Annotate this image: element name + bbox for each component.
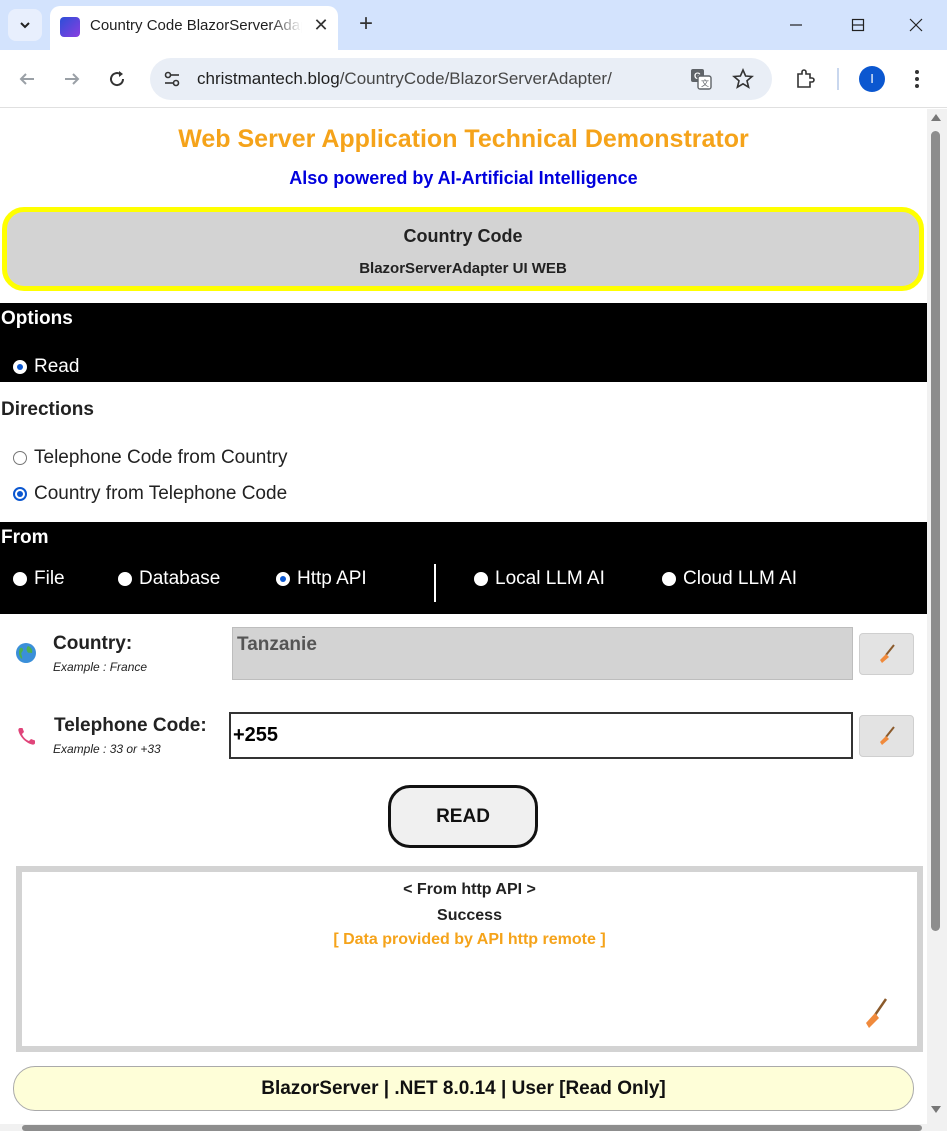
close-window-button[interactable] <box>896 8 936 42</box>
scrollbar-thumb[interactable] <box>22 1125 922 1131</box>
radio-unchecked-icon[interactable] <box>13 451 27 465</box>
result-panel: < From http API > Success [ Data provide… <box>16 866 923 1052</box>
arrow-right-icon <box>65 73 80 85</box>
extensions-icon[interactable] <box>794 68 816 95</box>
broom-icon <box>879 644 895 663</box>
radio-checked-icon[interactable] <box>13 487 27 501</box>
favicon-icon <box>60 17 80 37</box>
scroll-down-icon[interactable] <box>931 1106 941 1113</box>
minimize-icon <box>790 24 802 26</box>
banner-subtitle: BlazorServerAdapter UI WEB <box>359 260 567 277</box>
banner-title: Country Code <box>403 226 523 246</box>
result-status: Success <box>437 907 502 924</box>
bookmark-star-icon[interactable] <box>732 67 754 95</box>
page-viewport: Web Server Application Technical Demonst… <box>0 109 927 1125</box>
options-panel: Options Read <box>0 303 927 382</box>
reload-icon <box>110 71 125 87</box>
country-label: Country: <box>53 633 133 654</box>
telephone-label: Telephone Code: <box>54 715 207 736</box>
chevron-down-icon <box>20 22 30 29</box>
status-footer: BlazorServer | .NET 8.0.14 | User [Read … <box>13 1066 914 1111</box>
site-info-icon[interactable] <box>160 67 184 91</box>
scroll-up-icon[interactable] <box>931 114 941 121</box>
clear-result-broom-icon[interactable] <box>862 997 892 1036</box>
url-text: christmantech.blog/CountryCode/BlazorSer… <box>197 69 612 88</box>
menu-dots-icon[interactable] <box>906 68 928 95</box>
address-bar[interactable]: christmantech.blog/CountryCode/BlazorSer… <box>150 58 772 100</box>
translate-icon[interactable]: G文 <box>690 68 712 95</box>
scrollbar-thumb[interactable] <box>931 131 940 931</box>
directions-label: Directions <box>1 399 94 420</box>
minimize-button[interactable] <box>776 8 816 42</box>
options-label: Options <box>1 308 73 329</box>
telephone-input[interactable] <box>229 712 853 759</box>
tab-search-button[interactable] <box>8 9 42 41</box>
globe-icon <box>15 642 37 669</box>
broom-icon <box>879 726 895 745</box>
clear-telephone-button[interactable] <box>859 715 914 757</box>
horizontal-scrollbar[interactable] <box>0 1124 947 1131</box>
new-tab-button[interactable]: + <box>352 10 380 38</box>
from-file-radio[interactable]: File <box>13 568 65 590</box>
arrow-left-icon <box>19 73 34 85</box>
from-divider <box>434 564 436 602</box>
browser-toolbar: christmantech.blog/CountryCode/BlazorSer… <box>0 50 947 108</box>
from-panel: From File Database Http API Local LLM AI… <box>0 522 927 614</box>
page-title: Web Server Application Technical Demonst… <box>178 125 749 153</box>
tab-close-icon[interactable]: ✕ <box>310 14 332 36</box>
read-button[interactable]: READ <box>388 785 538 848</box>
from-label: From <box>1 527 49 548</box>
vertical-scrollbar[interactable] <box>927 109 947 1125</box>
option-read-radio[interactable]: Read <box>13 356 79 378</box>
radio-checked-icon[interactable] <box>13 360 27 374</box>
clear-country-button[interactable] <box>859 633 914 675</box>
result-source: < From http API > <box>403 881 536 898</box>
direction-phone-from-country-radio[interactable]: Telephone Code from Country <box>13 447 287 469</box>
app-banner: Country Code BlazorServerAdapter UI WEB <box>2 207 924 291</box>
browser-tab[interactable]: Country Code BlazorServerAdapter ✕ <box>50 6 338 50</box>
from-http-api-radio[interactable]: Http API <box>276 568 367 590</box>
from-local-llm-radio[interactable]: Local LLM AI <box>474 568 605 590</box>
back-button[interactable] <box>10 62 44 96</box>
profile-avatar[interactable]: I <box>859 66 885 92</box>
from-database-radio[interactable]: Database <box>118 568 220 590</box>
direction-country-from-phone-radio[interactable]: Country from Telephone Code <box>13 483 287 505</box>
phone-icon <box>16 725 38 752</box>
result-note: [ Data provided by API http remote ] <box>333 931 606 948</box>
page-subtitle: Also powered by AI-Artificial Intelligen… <box>289 168 638 188</box>
telephone-example: Example : 33 or +33 <box>53 742 161 756</box>
country-example: Example : France <box>53 660 148 674</box>
close-icon <box>909 18 923 32</box>
forward-button[interactable] <box>55 62 89 96</box>
maximize-button[interactable] <box>838 8 878 42</box>
svg-text:文: 文 <box>701 78 709 88</box>
country-value: Tanzanie <box>237 634 317 655</box>
reload-button[interactable] <box>100 62 134 96</box>
country-field: Tanzanie <box>232 627 853 680</box>
from-cloud-llm-radio[interactable]: Cloud LLM AI <box>662 568 797 590</box>
maximize-icon <box>851 18 865 32</box>
